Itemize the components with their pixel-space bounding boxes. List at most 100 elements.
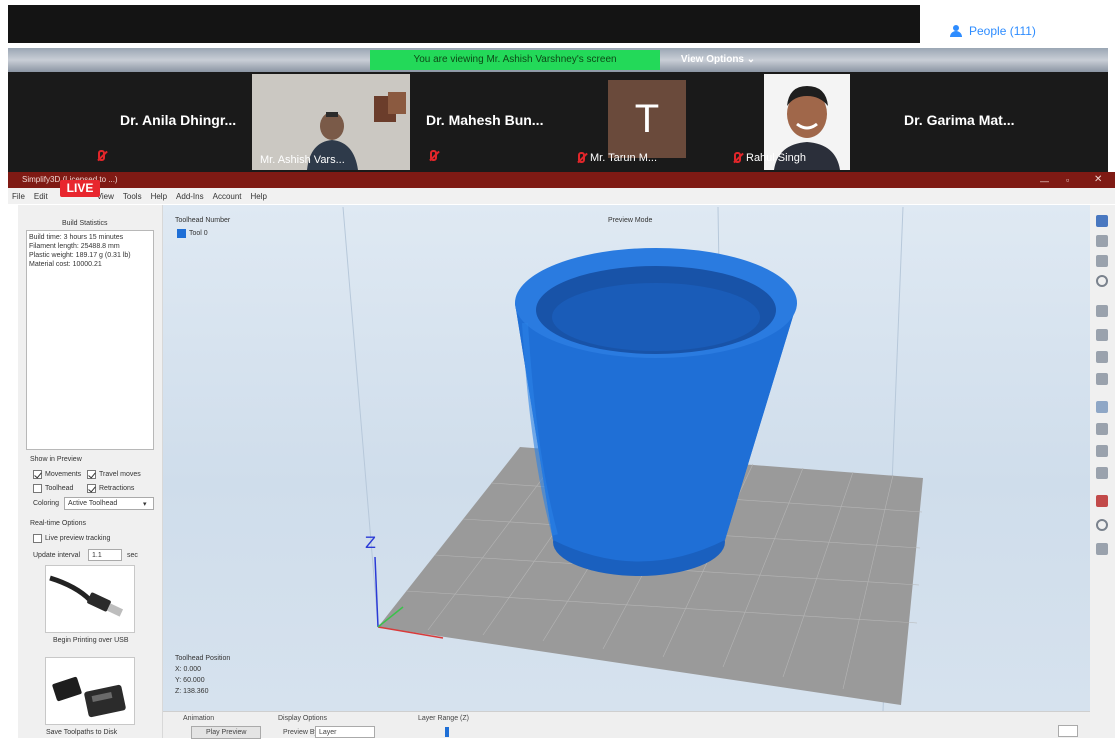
- menu-item-account[interactable]: Account: [213, 192, 242, 201]
- movements-label: Movements: [45, 471, 82, 478]
- color-icon[interactable]: [1096, 495, 1108, 507]
- stat-material-cost: Material cost: 10000.21: [29, 261, 102, 268]
- update-interval-spinbox[interactable]: 1.1: [88, 549, 122, 561]
- usb-print-label: Begin Printing over USB: [53, 637, 129, 644]
- live-preview-label: Live preview tracking: [45, 535, 111, 542]
- preview-bottom-panel: Animation Play Preview Display Options P…: [163, 711, 1090, 739]
- menu-item-tools[interactable]: Tools: [123, 192, 142, 201]
- coloring-dropdown[interactable]: Active Toolhead ▾: [64, 497, 154, 510]
- layer-slider-handle[interactable]: [445, 727, 449, 737]
- view-iso-icon[interactable]: [1096, 305, 1108, 317]
- view-top-icon[interactable]: [1096, 373, 1108, 385]
- stat-build-time: Build time: 3 hours 15 minutes: [29, 234, 124, 241]
- move-icon[interactable]: [1096, 235, 1108, 247]
- z-axis-label: Z: [365, 533, 376, 552]
- app-title-bar: Simplify3D (Licensed to ...): [8, 172, 1115, 188]
- section-view-icon[interactable]: [1096, 423, 1108, 435]
- participant-name-6: Dr. Garima Mat...: [904, 112, 1015, 128]
- mic-muted-icon: [734, 152, 741, 163]
- zoom-top-bar: People (111): [0, 0, 1115, 48]
- menu-item-add-ins[interactable]: Add-Ins: [176, 192, 204, 201]
- coloring-label: Coloring: [33, 500, 60, 507]
- usb-cable-icon: [49, 575, 124, 617]
- view-options-button[interactable]: View Options ⌄: [668, 50, 768, 70]
- measure-icon[interactable]: [1096, 445, 1108, 457]
- viewing-banner: You are viewing Mr. Ashish Varshney's sc…: [370, 50, 660, 70]
- position-y: Y: 60.000: [175, 677, 205, 684]
- update-interval-value: 1.1: [92, 552, 102, 559]
- preview-by-dropdown[interactable]: Layer: [315, 726, 375, 738]
- 3d-preview-viewport[interactable]: Toolhead Number Tool 0 Preview Mode Z To…: [163, 205, 1090, 711]
- reset-view-icon[interactable]: [1096, 519, 1108, 531]
- people-label: People (111): [969, 24, 1036, 38]
- toolhead-position-label: Toolhead Position: [175, 655, 231, 662]
- position-z: Z: 138.360: [175, 688, 209, 695]
- orbit-icon[interactable]: [1096, 275, 1108, 287]
- update-interval-unit: sec: [127, 552, 138, 559]
- mic-muted-icon: [430, 150, 437, 161]
- retractions-checkbox[interactable]: [87, 484, 96, 493]
- save-toolpaths-label: Save Toolpaths to Disk: [46, 729, 118, 736]
- toolhead-label: Toolhead: [45, 485, 74, 492]
- rotate-icon[interactable]: [1096, 255, 1108, 267]
- play-preview-button[interactable]: Play Preview: [191, 726, 261, 739]
- view-toolbar: [1090, 205, 1115, 738]
- menu-item-file[interactable]: File: [12, 192, 25, 201]
- participant-name-4: Mr. Tarun M...: [590, 152, 658, 164]
- mic-muted-icon: [578, 152, 585, 163]
- display-options-label: Display Options: [278, 715, 328, 722]
- zoom-header-bar: [8, 5, 920, 43]
- close-icon[interactable]: ✕: [1094, 174, 1102, 185]
- participant-video-ashish[interactable]: Mr. Ashish Vars...: [252, 74, 410, 170]
- position-x: X: 0.000: [175, 666, 202, 673]
- stat-plastic-weight: Plastic weight: 189.17 g (0.31 lb): [29, 252, 131, 259]
- travel-moves-label: Travel moves: [99, 471, 141, 478]
- save-toolpaths-button[interactable]: [45, 657, 135, 725]
- movements-checkbox[interactable]: [33, 470, 42, 479]
- participant-name-5: Rahul Singh: [746, 152, 806, 164]
- preview-mode-label: Preview Mode: [608, 217, 653, 224]
- live-preview-checkbox[interactable]: [33, 534, 42, 543]
- preview-scene: [342, 206, 923, 711]
- app-menu-bar: File Edit View Tools Help Add-Ins Accoun…: [8, 188, 1115, 204]
- view-front-icon[interactable]: [1096, 329, 1108, 341]
- play-preview-label: Play Preview: [206, 729, 247, 736]
- retractions-label: Retractions: [99, 485, 135, 492]
- chevron-down-icon: ▾: [143, 501, 147, 508]
- mic-muted-icon: [98, 150, 105, 161]
- people-icon: [950, 25, 964, 37]
- people-button[interactable]: People (111): [950, 24, 1036, 38]
- build-statistics-title: Build Statistics: [62, 220, 108, 227]
- select-cursor-icon[interactable]: [1096, 215, 1108, 227]
- stat-filament-length: Filament length: 25488.8 mm: [29, 243, 120, 250]
- maximize-icon[interactable]: ▫: [1066, 175, 1069, 185]
- layer-range-label: Layer Range (Z): [418, 715, 469, 722]
- update-interval-label: Update interval: [33, 552, 81, 559]
- live-badge: LIVE: [60, 180, 100, 197]
- toolhead-checkbox[interactable]: [33, 484, 42, 493]
- menu-item-help-1[interactable]: Help: [151, 192, 167, 201]
- tool-label: Tool 0: [189, 230, 208, 237]
- sd-card-icon: [52, 676, 126, 718]
- menu-item-edit[interactable]: Edit: [34, 192, 48, 201]
- preview-by-value: Layer: [319, 729, 337, 736]
- support-icon[interactable]: [1096, 467, 1108, 479]
- minimize-icon[interactable]: —: [1040, 176, 1049, 186]
- tool-color-swatch: [177, 229, 186, 238]
- menu-item-help[interactable]: Help: [251, 192, 267, 201]
- usb-print-button[interactable]: [45, 565, 135, 633]
- preview-by-label: Preview By: [283, 729, 319, 736]
- participant-name-3: Dr. Mahesh Bun...: [426, 112, 544, 128]
- coloring-value: Active Toolhead: [68, 500, 118, 507]
- travel-moves-checkbox[interactable]: [87, 470, 96, 479]
- grid-icon[interactable]: [1096, 543, 1108, 555]
- animation-label: Animation: [183, 715, 215, 722]
- participant-name-1: Dr. Anila Dhingr...: [120, 112, 237, 128]
- layer-spinbox[interactable]: [1058, 725, 1078, 737]
- participant-avatar-tarun[interactable]: T: [608, 80, 686, 158]
- view-side-icon[interactable]: [1096, 351, 1108, 363]
- show-in-preview-label: Show in Preview: [30, 456, 82, 463]
- axes-icon[interactable]: [1096, 401, 1108, 413]
- participant-name-2: Mr. Ashish Vars...: [260, 154, 345, 166]
- toolhead-number-label: Toolhead Number: [175, 217, 231, 224]
